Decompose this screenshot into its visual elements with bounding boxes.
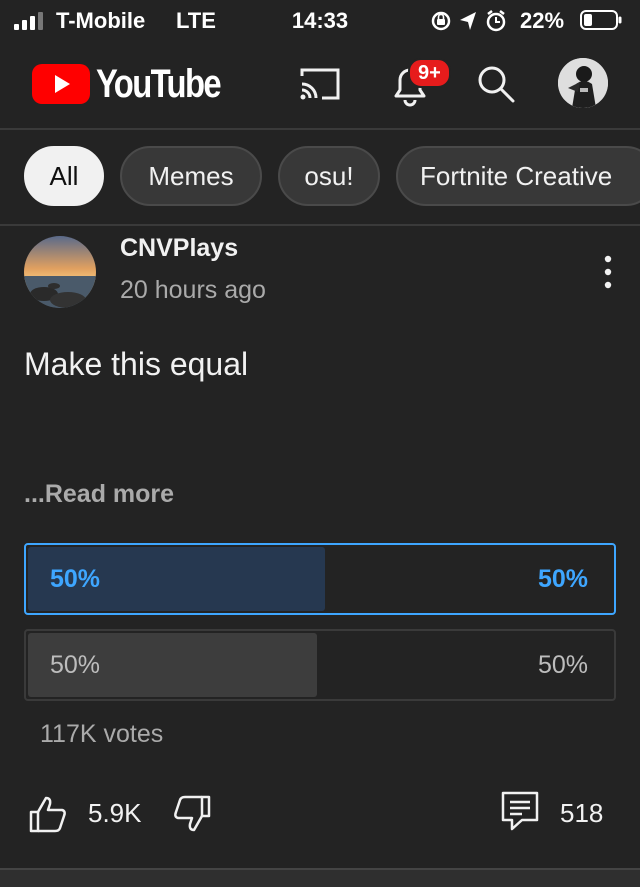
comment-count: 518 (560, 798, 604, 828)
thumbs-down-icon[interactable] (172, 794, 212, 834)
alarm-icon (486, 10, 506, 32)
poll-option-percent: 50% (537, 565, 588, 593)
chip-all[interactable]: All (24, 146, 104, 206)
account-avatar-image (558, 58, 608, 108)
next-post-edge (0, 868, 640, 887)
poll-option-label: 50% (50, 565, 101, 593)
like-count: 5.9K (88, 798, 142, 828)
status-icons (431, 10, 506, 32)
notification-badge: 9+ (408, 58, 451, 88)
poll-option-label: 50% (50, 651, 101, 679)
rotation-lock-icon (431, 11, 451, 31)
filter-chips: All Memes osu! Fortnite Creative (0, 130, 640, 224)
chips-divider (0, 224, 640, 226)
comment-icon[interactable] (500, 790, 540, 832)
chip-fortnite-creative[interactable]: Fortnite Creative (396, 146, 640, 206)
search-icon[interactable] (476, 64, 516, 104)
post-text: Make this equal (24, 346, 249, 382)
channel-avatar[interactable] (24, 236, 96, 308)
chip-memes[interactable]: Memes (120, 146, 262, 206)
channel-name[interactable]: CNVPlays (120, 234, 238, 263)
channel-avatar-image (24, 236, 96, 308)
battery-icon (580, 10, 622, 30)
youtube-wordmark: YouTube (96, 62, 222, 106)
youtube-play-icon (32, 64, 90, 104)
poll-option[interactable]: 50% 50% (24, 629, 616, 701)
avatar[interactable] (558, 58, 608, 108)
app-header: YouTube 9+ (0, 40, 640, 128)
thumbs-up-icon[interactable] (28, 794, 68, 834)
poll-option-percent: 50% (537, 651, 588, 679)
battery-percent: 22% (520, 8, 565, 33)
chip-osu[interactable]: osu! (278, 146, 380, 206)
cast-icon[interactable] (298, 66, 342, 102)
read-more-link[interactable]: ...Read more (24, 480, 174, 509)
more-options-icon[interactable] (596, 254, 620, 290)
post-time: 20 hours ago (120, 276, 266, 304)
vote-count: 117K votes (40, 720, 164, 748)
poll-option-selected[interactable]: 50% 50% (24, 543, 616, 615)
location-icon (460, 12, 476, 30)
status-bar: T-Mobile LTE 14:33 22% (0, 0, 640, 40)
